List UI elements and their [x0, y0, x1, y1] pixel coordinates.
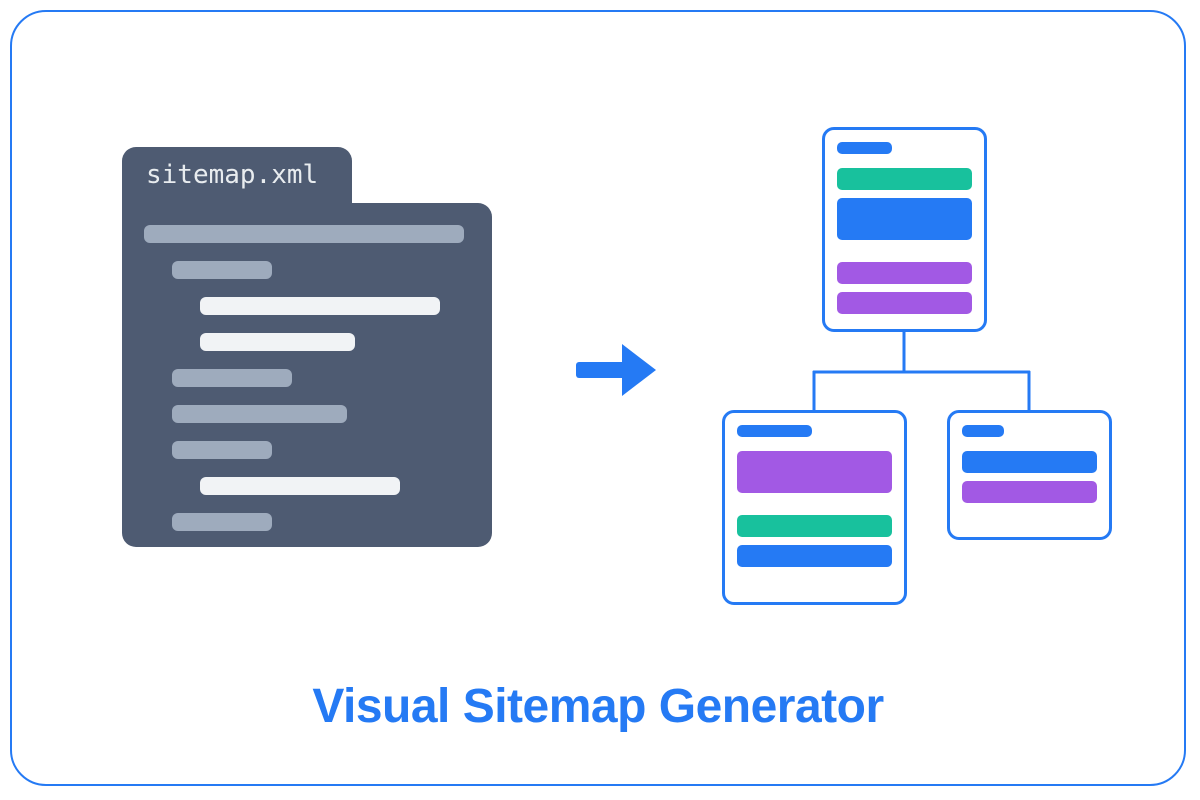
node-bar [837, 292, 972, 314]
diagram-title: Visual Sitemap Generator [12, 679, 1184, 734]
code-line [172, 441, 272, 459]
file-tab: sitemap.xml [122, 147, 352, 203]
code-line [144, 225, 464, 243]
node-bar [962, 481, 1097, 503]
sitemap-file-icon: sitemap.xml [122, 147, 492, 547]
file-name: sitemap.xml [146, 160, 318, 190]
sitemap-diagram [722, 127, 1122, 607]
sitemap-child-node [947, 410, 1112, 540]
code-line [172, 261, 272, 279]
node-bar [837, 198, 972, 240]
node-bar [837, 168, 972, 190]
file-body [122, 203, 492, 547]
node-bar [962, 425, 1004, 437]
code-line [172, 369, 292, 387]
code-line [200, 477, 400, 495]
node-bar [737, 545, 892, 567]
node-bar [737, 425, 812, 437]
sitemap-child-node [722, 410, 907, 605]
node-bar [737, 515, 892, 537]
code-line [200, 297, 440, 315]
code-line [172, 513, 272, 531]
node-bar [737, 451, 892, 493]
code-line [172, 405, 347, 423]
node-bar [837, 262, 972, 284]
node-bar [962, 451, 1097, 473]
sitemap-root-node [822, 127, 987, 332]
arrow-right-icon [572, 340, 662, 400]
diagram-frame: sitemap.xml [10, 10, 1186, 786]
code-line [200, 333, 355, 351]
node-bar [837, 142, 892, 154]
